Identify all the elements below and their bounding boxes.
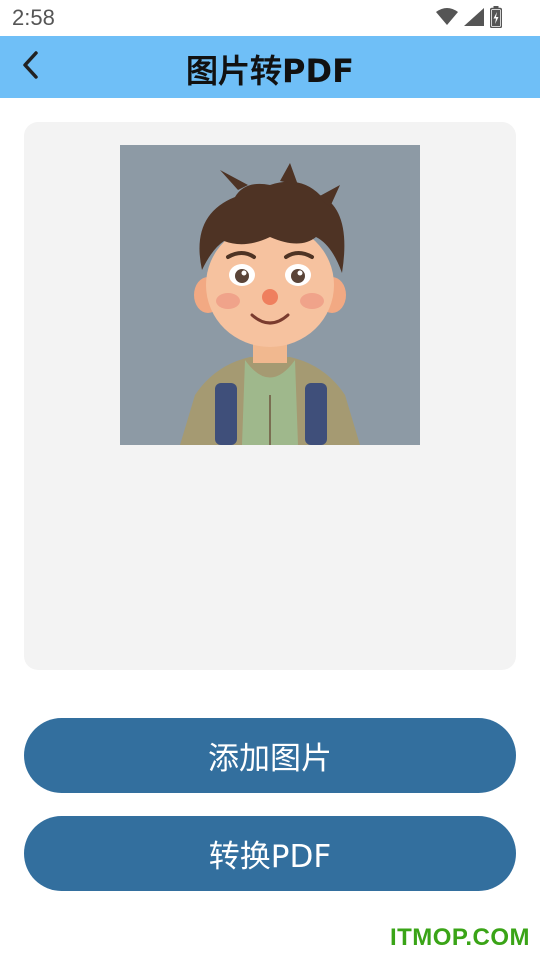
battery-charging-icon [490,6,502,28]
wifi-icon [436,8,458,26]
cell-signal-icon [464,8,484,26]
app-bar: 图片转PDF [0,36,540,98]
status-time: 2:58 [12,5,55,30]
convert-pdf-button[interactable]: 转换PDF [24,816,516,891]
add-images-button[interactable]: 添加图片 [24,718,516,793]
status-icons [436,6,502,28]
cartoon-boy-image [120,145,420,445]
selected-image-thumbnail[interactable] [120,145,420,445]
status-bar: 2:58 [0,0,540,36]
image-preview-panel [24,122,516,670]
page-title: 图片转PDF [186,52,354,90]
watermark-logo: ITMOP.COM [389,924,530,951]
